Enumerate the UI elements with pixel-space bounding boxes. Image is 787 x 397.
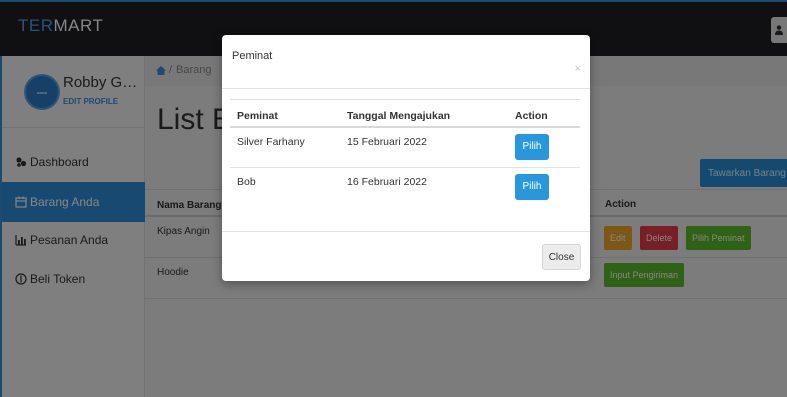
peminat-table-header: Peminat Tanggal Mengajukan Action <box>230 99 580 128</box>
peminat-modal: Peminat × Peminat Tanggal Mengajukan Act… <box>222 35 590 281</box>
column-header-peminat: Peminat <box>237 110 278 122</box>
peminat-name: Bob <box>237 176 256 188</box>
pilih-button[interactable]: Pilih <box>515 174 549 200</box>
table-row: Silver Farhany 15 Februari 2022 Pilih <box>230 128 580 168</box>
modal-header-divider <box>222 88 590 89</box>
table-row: Bob 16 Februari 2022 Pilih <box>230 167 580 207</box>
tanggal-mengajukan: 16 Februari 2022 <box>347 176 427 188</box>
modal-title: Peminat <box>232 50 273 62</box>
peminat-name: Silver Farhany <box>237 136 305 148</box>
column-header-tanggal: Tanggal Mengajukan <box>347 110 451 122</box>
close-icon[interactable]: × <box>575 63 581 75</box>
tanggal-mengajukan: 15 Februari 2022 <box>347 136 427 148</box>
close-button[interactable]: Close <box>542 244 581 270</box>
modal-footer-divider <box>222 231 590 232</box>
column-header-action: Action <box>515 110 548 122</box>
pilih-button[interactable]: Pilih <box>515 134 549 160</box>
